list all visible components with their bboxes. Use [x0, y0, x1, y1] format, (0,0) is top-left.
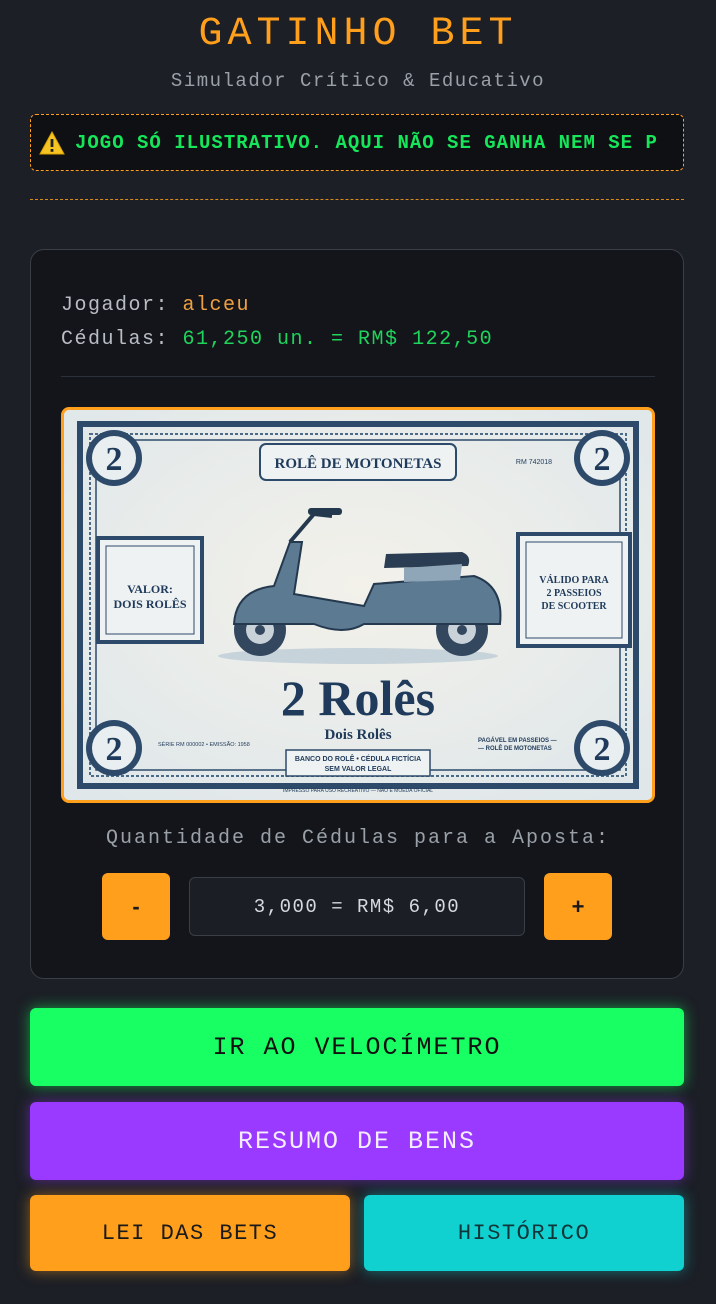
player-label: Jogador: — [61, 294, 170, 317]
bets-law-button[interactable]: LEI DAS BETS — [30, 1195, 350, 1271]
svg-text:2: 2 — [594, 441, 611, 478]
svg-text:DE SCOOTER: DE SCOOTER — [541, 601, 607, 612]
svg-text:BANCO DO ROLÊ • CÉDULA FICTÍCI: BANCO DO ROLÊ • CÉDULA FICTÍCIA — [295, 754, 421, 763]
svg-text:2: 2 — [106, 441, 123, 478]
increase-bet-button[interactable]: + — [544, 873, 612, 940]
warning-icon — [39, 130, 65, 154]
svg-text:IMPRESSO PARA USO RECREATIVO —: IMPRESSO PARA USO RECREATIVO — NÃO É MOE… — [283, 787, 433, 794]
svg-text:2: 2 — [106, 731, 123, 768]
corner-medallion-top-left: 2 — [86, 430, 142, 486]
disclaimer-ticker: JOGO SÓ ILUSTRATIVO. AQUI NÃO SE GANHA N… — [30, 114, 684, 171]
app-screen: GATINHO BET Simulador Crítico & Educativ… — [0, 0, 716, 1304]
corner-medallion-top-right: 2 — [574, 430, 630, 486]
go-to-speedometer-button[interactable]: IR AO VELOCÍMETRO — [30, 1008, 684, 1086]
banknote-big-value: 2 Rolês — [281, 670, 435, 726]
svg-text:2 PASSEIOS: 2 PASSEIOS — [546, 588, 602, 599]
app-subtitle: Simulador Crítico & Educativo — [170, 70, 546, 92]
ticker-text: JOGO SÓ ILUSTRATIVO. AQUI NÃO SE GANHA N… — [75, 131, 658, 154]
app-title: GATINHO BET — [198, 12, 518, 57]
svg-text:VÁLIDO PARA: VÁLIDO PARA — [539, 574, 609, 586]
svg-text:DOIS ROLÊS: DOIS ROLÊS — [113, 597, 186, 611]
svg-text:SEM VALOR LEGAL: SEM VALOR LEGAL — [325, 766, 392, 773]
notes-row: Cédulas: 61,250 un. = RM$ 122,50 — [61, 328, 493, 351]
svg-text:2: 2 — [594, 731, 611, 768]
bet-quantity-display: 3,000 = RM$ 6,00 — [189, 877, 525, 936]
decrease-bet-button[interactable]: - — [102, 873, 170, 940]
corner-medallion-bottom-left: 2 — [86, 720, 142, 776]
banknote-serial: RM 742018 — [516, 459, 552, 466]
header-divider — [30, 199, 684, 200]
bet-quantity-label: Quantidade de Cédulas para a Aposta: — [105, 827, 611, 850]
svg-text:PAGÁVEL EM PASSEIOS —: PAGÁVEL EM PASSEIOS — — [478, 737, 557, 744]
corner-medallion-bottom-right: 2 — [574, 720, 630, 776]
svg-text:SÉRIE RM 000002 • EMISSÃO: 195: SÉRIE RM 000002 • EMISSÃO: 1958 — [158, 741, 250, 748]
player-card: Jogador: alceu Cédulas: 61,250 un. = RM$… — [30, 249, 684, 979]
svg-text:— ROLÊ DE MOTONETAS: — ROLÊ DE MOTONETAS — [478, 744, 552, 752]
banknote-image: 2 2 2 2 ROLÊ DE MOTONETAS RM 742018 VALO… — [61, 407, 655, 803]
player-row: Jogador: alceu — [61, 294, 250, 317]
assets-summary-button[interactable]: RESUMO DE BENS — [30, 1102, 684, 1180]
notes-balance: 61,250 un. = RM$ 122,50 — [182, 328, 494, 351]
banknote-sub-value: Dois Rolês — [324, 727, 391, 743]
svg-text:VALOR:: VALOR: — [127, 582, 173, 596]
player-name: alceu — [182, 294, 251, 317]
history-button[interactable]: HISTÓRICO — [364, 1195, 684, 1271]
notes-label: Cédulas: — [61, 328, 170, 351]
card-divider — [61, 376, 655, 377]
banknote-header: ROLÊ DE MOTONETAS — [275, 455, 442, 472]
